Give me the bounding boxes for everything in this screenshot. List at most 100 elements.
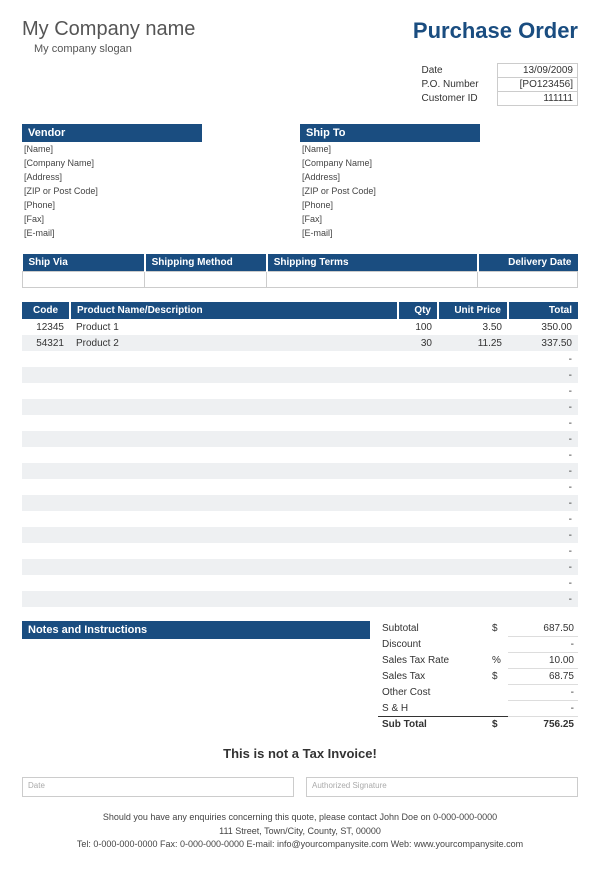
shipto-field[interactable]: [Company Name] — [300, 156, 578, 170]
cell-qty[interactable] — [398, 351, 438, 367]
cell-price[interactable] — [438, 399, 508, 415]
cell-total[interactable]: - — [508, 575, 578, 591]
cell-code[interactable] — [22, 399, 70, 415]
cell-qty[interactable] — [398, 511, 438, 527]
cell-price[interactable] — [438, 351, 508, 367]
ship-via-value[interactable] — [23, 272, 145, 288]
cell-price[interactable] — [438, 383, 508, 399]
cell-code[interactable] — [22, 367, 70, 383]
vendor-field[interactable]: [Phone] — [22, 198, 300, 212]
shipto-field[interactable]: [Fax] — [300, 212, 578, 226]
cell-qty[interactable] — [398, 559, 438, 575]
cell-qty[interactable] — [398, 383, 438, 399]
cell-qty[interactable] — [398, 415, 438, 431]
cell-price[interactable] — [438, 415, 508, 431]
ship-terms-value[interactable] — [267, 272, 478, 288]
cell-total[interactable]: - — [508, 399, 578, 415]
cell-desc[interactable] — [70, 351, 398, 367]
cell-qty[interactable] — [398, 543, 438, 559]
table-row[interactable]: - — [22, 431, 578, 447]
table-row[interactable]: - — [22, 495, 578, 511]
taxrate-value[interactable]: 10.00 — [508, 653, 578, 669]
vendor-field[interactable]: [Address] — [22, 170, 300, 184]
cell-desc[interactable] — [70, 575, 398, 591]
cell-total[interactable]: 350.00 — [508, 319, 578, 335]
cell-price[interactable]: 3.50 — [438, 319, 508, 335]
cell-total[interactable]: - — [508, 351, 578, 367]
ship-method-value[interactable] — [145, 272, 267, 288]
cell-code[interactable]: 54321 — [22, 335, 70, 351]
cell-qty[interactable] — [398, 575, 438, 591]
cell-desc[interactable] — [70, 495, 398, 511]
table-row[interactable]: - — [22, 479, 578, 495]
table-row[interactable]: - — [22, 463, 578, 479]
cell-total[interactable]: - — [508, 463, 578, 479]
cell-desc[interactable]: Product 2 — [70, 335, 398, 351]
cell-total[interactable]: - — [508, 431, 578, 447]
cell-price[interactable] — [438, 447, 508, 463]
vendor-field[interactable]: [ZIP or Post Code] — [22, 184, 300, 198]
cell-price[interactable] — [438, 431, 508, 447]
cell-desc[interactable] — [70, 479, 398, 495]
cell-price[interactable] — [438, 575, 508, 591]
cell-code[interactable] — [22, 511, 70, 527]
vendor-field[interactable]: [Fax] — [22, 212, 300, 226]
cell-price[interactable] — [438, 511, 508, 527]
discount-value[interactable]: - — [508, 637, 578, 653]
cell-qty[interactable]: 30 — [398, 335, 438, 351]
meta-po-value[interactable]: [PO123456] — [498, 78, 578, 92]
cell-total[interactable]: - — [508, 447, 578, 463]
cell-total[interactable]: 337.50 — [508, 335, 578, 351]
cell-total[interactable]: - — [508, 383, 578, 399]
cell-code[interactable] — [22, 527, 70, 543]
cell-code[interactable] — [22, 351, 70, 367]
cell-code[interactable] — [22, 383, 70, 399]
cell-desc[interactable] — [70, 431, 398, 447]
cell-total[interactable]: - — [508, 527, 578, 543]
table-row[interactable]: 12345Product 11003.50350.00 — [22, 319, 578, 335]
table-row[interactable]: - — [22, 591, 578, 607]
table-row[interactable]: - — [22, 543, 578, 559]
vendor-field[interactable]: [Name] — [22, 142, 300, 156]
sh-value[interactable]: - — [508, 701, 578, 717]
cell-qty[interactable] — [398, 591, 438, 607]
cell-qty[interactable] — [398, 495, 438, 511]
cell-qty[interactable] — [398, 527, 438, 543]
cell-desc[interactable] — [70, 415, 398, 431]
signature-date[interactable]: Date — [22, 777, 294, 797]
cell-qty[interactable] — [398, 367, 438, 383]
cell-code[interactable] — [22, 479, 70, 495]
cell-price[interactable]: 11.25 — [438, 335, 508, 351]
cell-price[interactable] — [438, 463, 508, 479]
cell-total[interactable]: - — [508, 479, 578, 495]
table-row[interactable]: - — [22, 575, 578, 591]
cell-total[interactable]: - — [508, 591, 578, 607]
cell-code[interactable] — [22, 591, 70, 607]
cell-price[interactable] — [438, 591, 508, 607]
shipto-field[interactable]: [Phone] — [300, 198, 578, 212]
cell-price[interactable] — [438, 559, 508, 575]
table-row[interactable]: - — [22, 559, 578, 575]
cell-code[interactable]: 12345 — [22, 319, 70, 335]
cell-total[interactable]: - — [508, 559, 578, 575]
cell-desc[interactable] — [70, 543, 398, 559]
signature-authorized[interactable]: Authorized Signature — [306, 777, 578, 797]
cell-code[interactable] — [22, 495, 70, 511]
cell-code[interactable] — [22, 447, 70, 463]
cell-price[interactable] — [438, 367, 508, 383]
cell-code[interactable] — [22, 463, 70, 479]
cell-total[interactable]: - — [508, 543, 578, 559]
cell-price[interactable] — [438, 527, 508, 543]
cell-price[interactable] — [438, 495, 508, 511]
cell-price[interactable] — [438, 479, 508, 495]
cell-desc[interactable] — [70, 591, 398, 607]
cell-total[interactable]: - — [508, 495, 578, 511]
cell-desc[interactable] — [70, 367, 398, 383]
cell-desc[interactable] — [70, 511, 398, 527]
table-row[interactable]: - — [22, 383, 578, 399]
table-row[interactable]: - — [22, 447, 578, 463]
vendor-field[interactable]: [Company Name] — [22, 156, 300, 170]
table-row[interactable]: - — [22, 367, 578, 383]
table-row[interactable]: - — [22, 415, 578, 431]
cell-total[interactable]: - — [508, 367, 578, 383]
